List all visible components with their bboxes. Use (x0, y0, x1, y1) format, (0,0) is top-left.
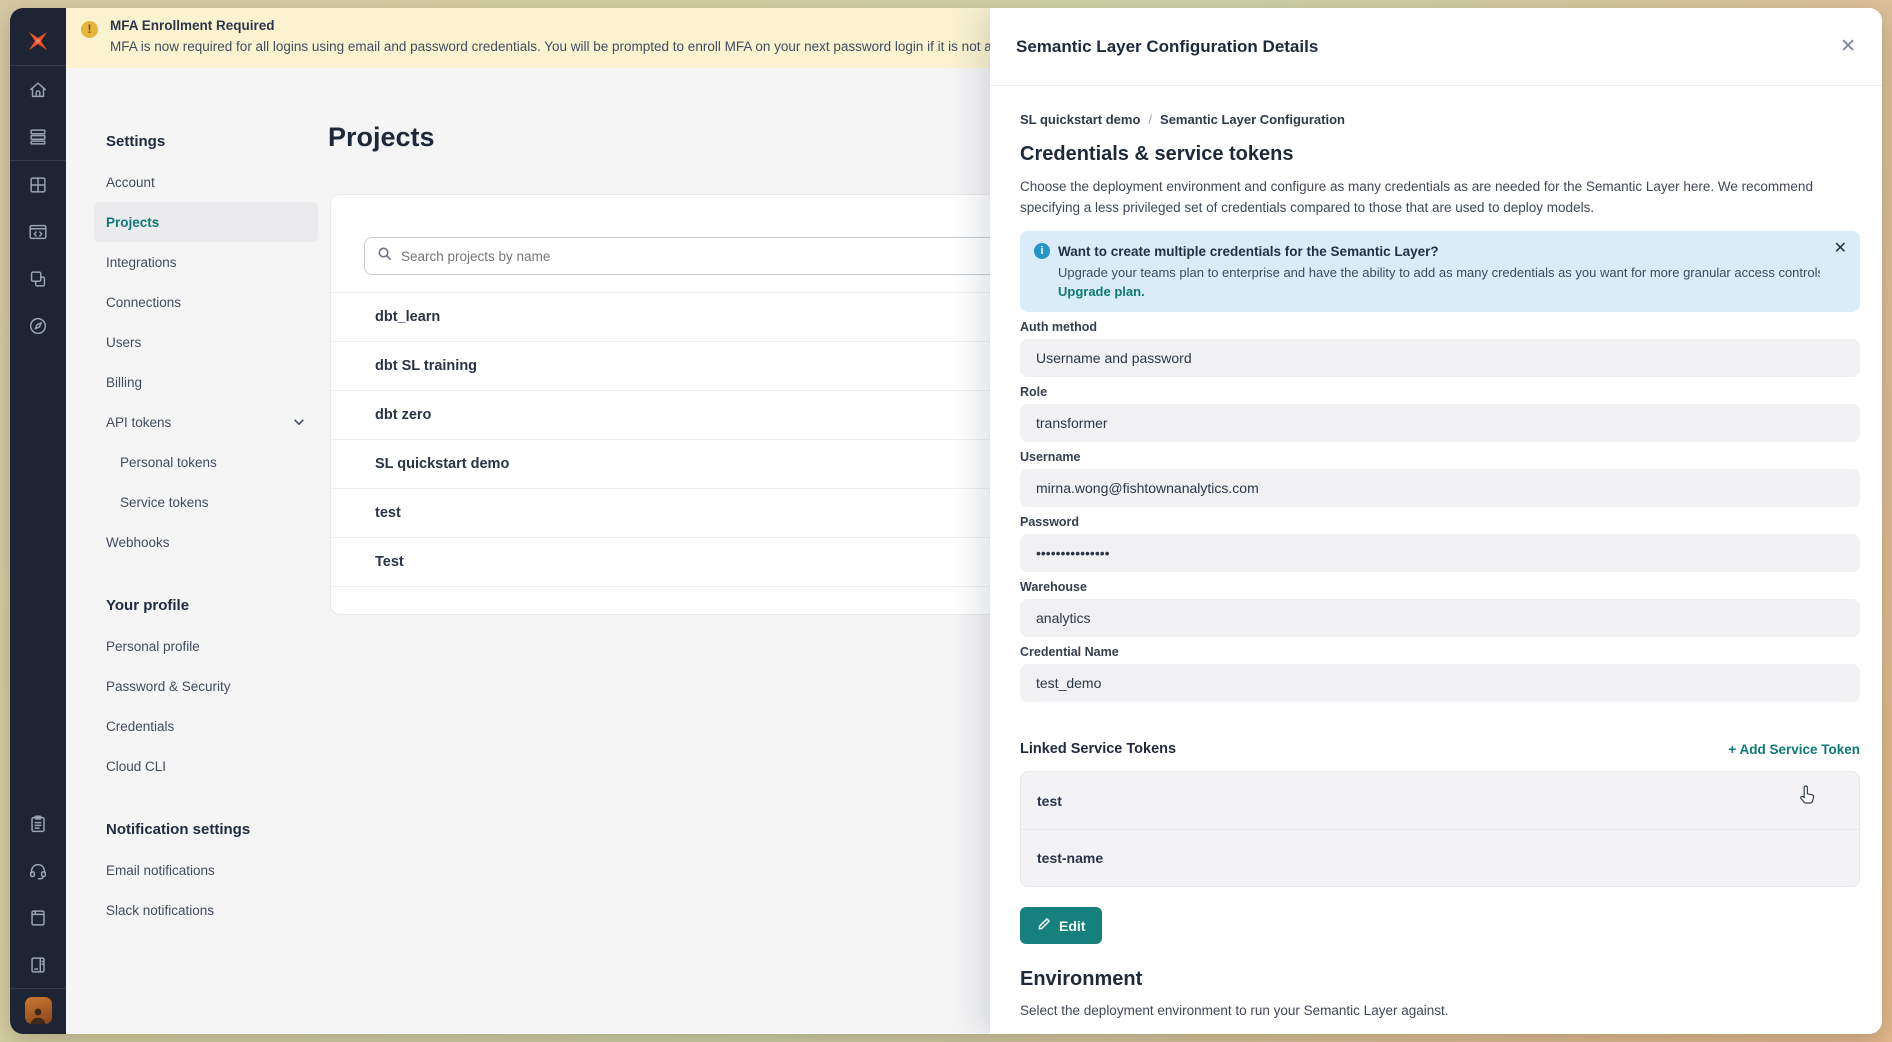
warehouse-field[interactable]: analytics (1020, 599, 1860, 637)
search-input[interactable] (401, 249, 991, 264)
rail-divider (10, 988, 66, 989)
search-icon (377, 246, 392, 266)
info-body: Upgrade your teams plan to enterprise an… (1058, 265, 1820, 280)
nav-gap (94, 562, 318, 584)
docs-icon[interactable] (10, 894, 66, 941)
icon-rail (10, 8, 66, 1034)
pencil-icon (1037, 917, 1051, 934)
panel-header: Semantic Layer Configuration Details ✕ (990, 8, 1882, 86)
sidebar-item-cloud-cli[interactable]: Cloud CLI (94, 746, 318, 786)
close-icon[interactable]: ✕ (1840, 37, 1856, 56)
info-title-row: i Want to create multiple credentials fo… (1034, 243, 1820, 259)
username-field[interactable]: mirna.wong@fishtownanalytics.com (1020, 469, 1860, 507)
sidebar-item-password-security[interactable]: Password & Security (94, 666, 318, 706)
user-avatar[interactable] (25, 997, 52, 1024)
sidebar-item-personal-profile[interactable]: Personal profile (94, 626, 318, 666)
token-row[interactable]: test (1021, 772, 1859, 829)
tokens-list: test test-name (1020, 771, 1860, 887)
add-service-token-button[interactable]: + Add Service Token (1728, 742, 1860, 757)
project-row[interactable]: test (331, 489, 1029, 538)
sidebar-item-personal-tokens[interactable]: Personal tokens (94, 442, 318, 482)
semantic-layer-panel: Semantic Layer Configuration Details ✕ S… (990, 8, 1882, 1034)
credentials-heading: Credentials & service tokens (1020, 143, 1860, 166)
duplicate-icon[interactable] (10, 255, 66, 302)
sidebar-item-webhooks[interactable]: Webhooks (94, 522, 318, 562)
project-search (364, 237, 1004, 275)
tokens-heading: Linked Service Tokens (1020, 740, 1176, 758)
panel-title: Semantic Layer Configuration Details (1016, 37, 1318, 57)
breadcrumb-current: Semantic Layer Configuration (1160, 112, 1345, 127)
tokens-header: Linked Service Tokens + Add Service Toke… (1020, 740, 1860, 758)
project-row[interactable]: dbt zero (331, 391, 1029, 440)
desktop-background: ! MFA Enrollment Required MFA is now req… (0, 0, 1892, 1042)
field-label-password: Password (1020, 515, 1860, 530)
edit-button-label: Edit (1059, 918, 1085, 934)
project-row[interactable]: dbt SL training (331, 342, 1029, 391)
org-icon[interactable] (10, 941, 66, 988)
ide-icon[interactable] (10, 208, 66, 255)
settings-nav: Settings Account Projects Integrations C… (94, 120, 318, 930)
dashboard-icon[interactable] (10, 161, 66, 208)
edit-button[interactable]: Edit (1020, 907, 1102, 944)
environment-description: Select the deployment environment to run… (1020, 1003, 1860, 1018)
environment-heading: Environment (1020, 968, 1860, 991)
page-title: Projects (328, 122, 435, 153)
sidebar-item-billing[interactable]: Billing (94, 362, 318, 402)
home-icon[interactable] (10, 66, 66, 113)
breadcrumb-parent[interactable]: SL quickstart demo (1020, 112, 1140, 127)
field-label-username: Username (1020, 450, 1860, 465)
chevron-down-icon (292, 415, 306, 429)
warning-icon: ! (81, 21, 98, 38)
auth-method-field[interactable]: Username and password (1020, 339, 1860, 377)
project-list: dbt_learn dbt SL training dbt zero SL qu… (331, 292, 1029, 587)
sidebar-item-account[interactable]: Account (94, 162, 318, 202)
token-row[interactable]: test-name (1021, 829, 1859, 886)
field-label-credential-name: Credential Name (1020, 645, 1860, 660)
project-row[interactable]: SL quickstart demo (331, 440, 1029, 489)
upgrade-plan-link[interactable]: Upgrade plan. (1058, 284, 1820, 299)
notes-icon[interactable] (10, 800, 66, 847)
breadcrumb-separator: / (1148, 112, 1152, 127)
panel-body: SL quickstart demo / Semantic Layer Conf… (990, 86, 1882, 1018)
password-field[interactable]: ••••••••••••••• (1020, 534, 1860, 572)
field-label-auth-method: Auth method (1020, 320, 1860, 335)
projects-card: dbt_learn dbt SL training dbt zero SL qu… (330, 194, 1030, 615)
project-row[interactable]: Test (331, 538, 1029, 587)
credentials-description: Choose the deployment environment and co… (1020, 176, 1860, 218)
sidebar-item-label: API tokens (106, 415, 171, 430)
sidebar-item-credentials[interactable]: Credentials (94, 706, 318, 746)
credential-name-field[interactable]: test_demo (1020, 664, 1860, 702)
info-title: Want to create multiple credentials for … (1058, 244, 1439, 259)
sidebar-item-integrations[interactable]: Integrations (94, 242, 318, 282)
role-field[interactable]: transformer (1020, 404, 1860, 442)
nav-gap (94, 786, 318, 808)
sidebar-item-service-tokens[interactable]: Service tokens (94, 482, 318, 522)
info-close-icon[interactable]: ✕ (1834, 241, 1847, 257)
sidebar-item-email-notifications[interactable]: Email notifications (94, 850, 318, 890)
nav-heading-settings: Settings (94, 120, 318, 162)
nav-heading-your-profile: Your profile (94, 584, 318, 626)
breadcrumb: SL quickstart demo / Semantic Layer Conf… (1020, 112, 1860, 127)
field-label-role: Role (1020, 385, 1860, 400)
sidebar-item-projects[interactable]: Projects (94, 202, 318, 242)
nav-heading-notification-settings: Notification settings (94, 808, 318, 850)
app-window: ! MFA Enrollment Required MFA is now req… (10, 8, 1882, 1034)
sidebar-item-users[interactable]: Users (94, 322, 318, 362)
dbt-logo-icon[interactable] (10, 17, 66, 65)
info-icon: i (1034, 243, 1050, 259)
sidebar-item-api-tokens[interactable]: API tokens (94, 402, 318, 442)
field-label-warehouse: Warehouse (1020, 580, 1860, 595)
upgrade-info-box: i Want to create multiple credentials fo… (1020, 231, 1860, 312)
project-row[interactable]: dbt_learn (331, 293, 1029, 342)
explore-icon[interactable] (10, 302, 66, 349)
sidebar-item-connections[interactable]: Connections (94, 282, 318, 322)
sidebar-item-slack-notifications[interactable]: Slack notifications (94, 890, 318, 930)
support-icon[interactable] (10, 847, 66, 894)
deploy-icon[interactable] (10, 113, 66, 160)
